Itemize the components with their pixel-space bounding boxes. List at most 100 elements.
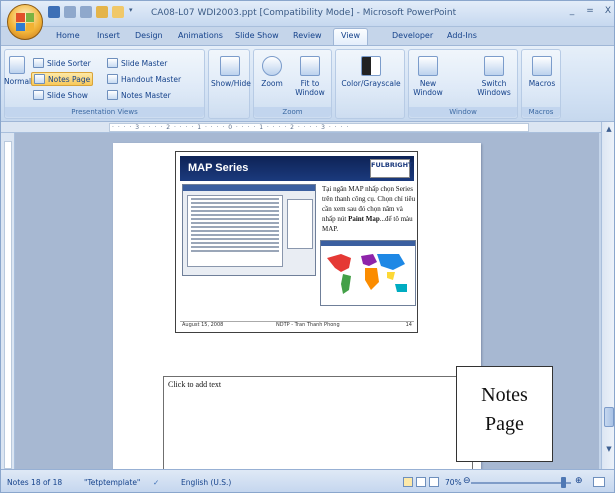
new-window-icon xyxy=(418,56,438,76)
save-icon[interactable] xyxy=(48,6,60,18)
vertical-scrollbar[interactable]: ▲ ▼ xyxy=(601,122,614,469)
ribbon-tabs: Home Insert Design Animations Slide Show… xyxy=(1,27,614,45)
zoom-in-icon[interactable]: ⊕ xyxy=(575,476,583,486)
fit-slide-icon[interactable] xyxy=(593,477,605,487)
group-label-presentation-views: Presentation Views xyxy=(5,107,204,117)
slide-note-bold: Paint Map xyxy=(348,215,380,223)
group-macros: Macros Macros xyxy=(521,49,561,119)
handout-master-icon xyxy=(107,74,118,84)
notes-page-button[interactable]: Notes Page xyxy=(31,72,94,86)
tab-slide-show[interactable]: Slide Show xyxy=(235,31,279,40)
slide-master-button[interactable]: Slide Master xyxy=(105,56,169,70)
tab-home[interactable]: Home xyxy=(56,31,80,40)
color-grayscale-label: Color/Grayscale xyxy=(341,79,401,88)
minimize-button[interactable]: _ xyxy=(565,6,579,18)
tab-review[interactable]: Review xyxy=(293,31,322,40)
status-bar: Notes 18 of 18 "Tetptemplate" ✓ English … xyxy=(1,469,614,492)
slide-show-button[interactable]: Slide Show xyxy=(31,88,90,102)
notes-placeholder-text: Click to add text xyxy=(168,380,222,389)
tab-design[interactable]: Design xyxy=(135,31,163,40)
theme-name: "Tetptemplate" xyxy=(84,478,141,487)
dialog-side-panel xyxy=(287,199,313,249)
ribbon: Normal Slide Sorter Notes Page Slide Sho… xyxy=(1,45,614,122)
slide-dialog-screenshot xyxy=(182,184,316,276)
slide-show-status-icon[interactable] xyxy=(429,477,439,487)
slide-show-icon xyxy=(33,90,44,100)
zoom-out-icon[interactable]: ⊖ xyxy=(463,476,471,486)
world-map-image xyxy=(321,246,415,305)
notes-page-icon xyxy=(34,74,45,84)
handout-master-button[interactable]: Handout Master xyxy=(105,72,183,86)
switch-windows-button[interactable]: Switch Windows xyxy=(471,56,517,97)
macros-icon xyxy=(532,56,552,76)
handout-master-label: Handout Master xyxy=(121,74,182,84)
notes-master-button[interactable]: Notes Master xyxy=(105,88,173,102)
slide-master-icon xyxy=(107,58,118,68)
zoom-magnifier-icon xyxy=(262,56,282,76)
zoom-slider-thumb[interactable] xyxy=(561,477,566,488)
slide-footer-date: August 15, 2008 xyxy=(182,322,224,328)
callout-line1: Notes xyxy=(481,384,528,406)
print-icon[interactable] xyxy=(96,6,108,18)
title-bar: ▾ CA08-L07 WDI2003.ppt [Compatibility Mo… xyxy=(1,1,614,27)
open-folder-icon[interactable] xyxy=(112,6,124,18)
slide-sorter-status-icon[interactable] xyxy=(416,477,426,487)
tab-developer[interactable]: Developer xyxy=(392,31,433,40)
tab-insert[interactable]: Insert xyxy=(97,31,120,40)
spell-check-icon[interactable]: ✓ xyxy=(153,478,159,487)
window-title: CA08-L07 WDI2003.ppt [Compatibility Mode… xyxy=(151,8,457,18)
slide-instruction-text: Tại ngăn MAP nhấp chọn Series trên thanh… xyxy=(322,184,416,234)
switch-windows-icon xyxy=(484,56,504,76)
notes-master-label: Notes Master xyxy=(121,90,171,100)
normal-view-status-icon[interactable] xyxy=(403,477,413,487)
normal-view-button[interactable]: Normal xyxy=(4,56,31,86)
horizontal-ruler: · · · · 3 · · · · 2 · · · · 1 · · · · 0 … xyxy=(1,122,601,133)
group-label-window: Window xyxy=(409,107,517,117)
zoom-level[interactable]: 70% xyxy=(445,478,462,487)
notes-page: MAP Series FULBRIGHT Tại ngăn MAP nhấp c… xyxy=(113,143,481,484)
tab-add-ins[interactable]: Add-Ins xyxy=(447,31,477,40)
macros-label: Macros xyxy=(528,79,556,88)
show-hide-button[interactable]: Show/Hide xyxy=(211,56,251,88)
callout-line2: Page xyxy=(485,413,524,435)
scroll-down-arrow-icon[interactable]: ▼ xyxy=(604,444,614,454)
notes-placeholder[interactable]: Click to add text xyxy=(163,376,473,484)
maximize-button[interactable]: = xyxy=(583,6,597,18)
group-color-grayscale: Color/Grayscale xyxy=(335,49,405,119)
redo-icon[interactable] xyxy=(80,6,92,18)
undo-icon[interactable] xyxy=(64,6,76,18)
new-window-label: New Window xyxy=(413,79,443,97)
slide-number: 14 xyxy=(405,322,412,328)
slide-world-map-screenshot xyxy=(320,240,416,306)
slide-thumbnail[interactable]: MAP Series FULBRIGHT Tại ngăn MAP nhấp c… xyxy=(175,151,418,333)
vertical-ruler-scale xyxy=(4,141,12,469)
scroll-up-arrow-icon[interactable]: ▲ xyxy=(604,124,614,134)
new-window-button[interactable]: New Window xyxy=(411,56,445,97)
notes-page-label: Notes Page xyxy=(48,74,91,84)
customize-qat-icon[interactable]: ▾ xyxy=(129,6,137,18)
color-grayscale-button[interactable]: Color/Grayscale xyxy=(338,56,404,88)
slide-master-label: Slide Master xyxy=(121,58,168,68)
ruler-scale: · · · · 3 · · · · 2 · · · · 1 · · · · 0 … xyxy=(109,123,529,132)
macros-button[interactable]: Macros xyxy=(524,56,560,88)
tab-view[interactable]: View xyxy=(333,28,368,45)
zoom-slider[interactable] xyxy=(471,482,571,484)
zoom-button[interactable]: Zoom xyxy=(257,56,287,88)
language[interactable]: English (U.S.) xyxy=(181,478,231,487)
close-button[interactable]: X xyxy=(601,6,614,18)
switch-windows-label: Switch Windows xyxy=(477,79,511,97)
office-button[interactable] xyxy=(7,4,43,40)
show-hide-label: Show/Hide xyxy=(211,79,251,88)
fit-to-window-label: Fit to Window xyxy=(295,79,325,97)
fit-to-window-button[interactable]: Fit to Window xyxy=(290,56,330,97)
vertical-ruler xyxy=(1,133,15,469)
fit-to-window-icon xyxy=(300,56,320,76)
slide-logo: FULBRIGHT xyxy=(370,159,412,178)
slide-header: MAP Series FULBRIGHT xyxy=(180,156,414,181)
slide-count: Notes 18 of 18 xyxy=(7,478,63,487)
group-label-macros: Macros xyxy=(522,107,560,117)
tab-animations[interactable]: Animations xyxy=(178,31,223,40)
scrollbar-thumb[interactable] xyxy=(604,407,614,427)
slide-sorter-icon xyxy=(33,58,44,68)
slide-sorter-button[interactable]: Slide Sorter xyxy=(31,56,93,70)
